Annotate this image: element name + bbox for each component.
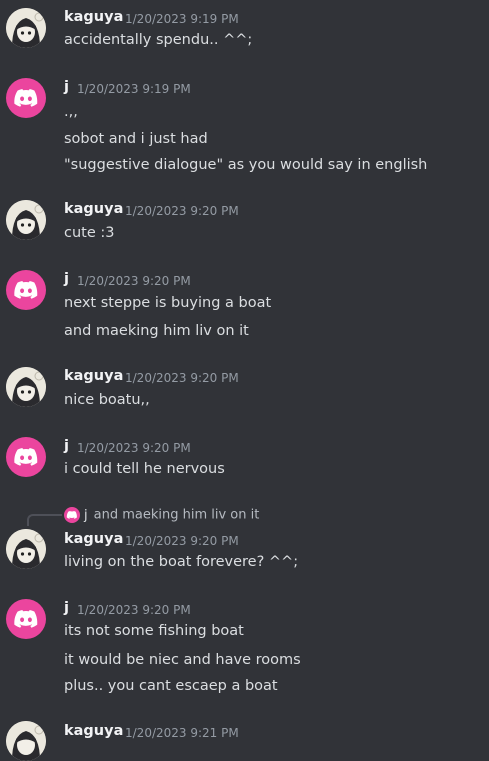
message-text: nice boatu,, bbox=[64, 392, 150, 408]
anime-girl-avatar bbox=[6, 8, 46, 48]
timestamp: 1/20/2023 9:20 PM bbox=[125, 371, 239, 385]
anime-girl-avatar bbox=[6, 367, 46, 407]
timestamp: 1/20/2023 9:20 PM bbox=[77, 441, 191, 455]
user-avatar[interactable] bbox=[6, 529, 46, 569]
username[interactable]: kaguya bbox=[64, 723, 123, 739]
username[interactable]: kaguya bbox=[64, 201, 123, 217]
user-avatar[interactable] bbox=[6, 437, 46, 477]
reply-author[interactable]: j bbox=[84, 508, 88, 523]
anime-girl-avatar bbox=[6, 721, 46, 761]
timestamp: 1/20/2023 9:20 PM bbox=[125, 534, 239, 548]
message-text: it would be niec and have rooms bbox=[64, 652, 301, 668]
message-text: .,, bbox=[64, 104, 78, 120]
message-text: and maeking him liv on it bbox=[64, 323, 249, 339]
user-avatar[interactable] bbox=[6, 721, 46, 761]
discord-logo-icon bbox=[14, 89, 38, 107]
reply-connector bbox=[27, 514, 62, 526]
message-text: "suggestive dialogue" as you would say i… bbox=[64, 157, 428, 173]
user-avatar[interactable] bbox=[6, 367, 46, 407]
discord-logo-icon bbox=[64, 507, 80, 523]
anime-girl-avatar bbox=[6, 200, 46, 240]
timestamp: 1/20/2023 9:20 PM bbox=[77, 274, 191, 288]
user-avatar[interactable] bbox=[6, 270, 46, 310]
timestamp: 1/20/2023 9:19 PM bbox=[77, 82, 191, 96]
message-text: cute :3 bbox=[64, 225, 115, 241]
timestamp: 1/20/2023 9:20 PM bbox=[125, 204, 239, 218]
username[interactable]: j bbox=[64, 271, 69, 287]
username[interactable]: j bbox=[64, 79, 69, 95]
username[interactable]: kaguya bbox=[64, 531, 123, 547]
timestamp: 1/20/2023 9:20 PM bbox=[77, 603, 191, 617]
timestamp: 1/20/2023 9:19 PM bbox=[125, 12, 239, 26]
user-avatar[interactable] bbox=[6, 200, 46, 240]
discord-logo-icon bbox=[14, 448, 38, 466]
anime-girl-avatar bbox=[6, 529, 46, 569]
username[interactable]: kaguya bbox=[64, 9, 123, 25]
message-text: plus.. you cant escaep a boat bbox=[64, 678, 278, 694]
message-text: accidentally spendu.. ^^; bbox=[64, 32, 253, 48]
message-text: i could tell he nervous bbox=[64, 461, 225, 477]
message-text: sobot and i just had bbox=[64, 131, 208, 147]
timestamp: 1/20/2023 9:21 PM bbox=[125, 726, 239, 740]
message-text: next steppe is buying a boat bbox=[64, 295, 272, 311]
message-text: its not some fishing boat bbox=[64, 623, 244, 639]
reply-text: and maeking him liv on it bbox=[93, 507, 260, 523]
user-avatar[interactable] bbox=[6, 78, 46, 118]
username[interactable]: j bbox=[64, 438, 69, 454]
username[interactable]: kaguya bbox=[64, 368, 123, 384]
discord-logo-icon bbox=[14, 281, 38, 299]
discord-logo-icon bbox=[14, 610, 38, 628]
reply-preview[interactable]: j and maeking him liv on it bbox=[64, 507, 259, 523]
user-avatar[interactable] bbox=[6, 599, 46, 639]
username[interactable]: j bbox=[64, 600, 69, 616]
user-avatar[interactable] bbox=[6, 8, 46, 48]
message-text: living on the boat forevere? ^^; bbox=[64, 554, 299, 570]
